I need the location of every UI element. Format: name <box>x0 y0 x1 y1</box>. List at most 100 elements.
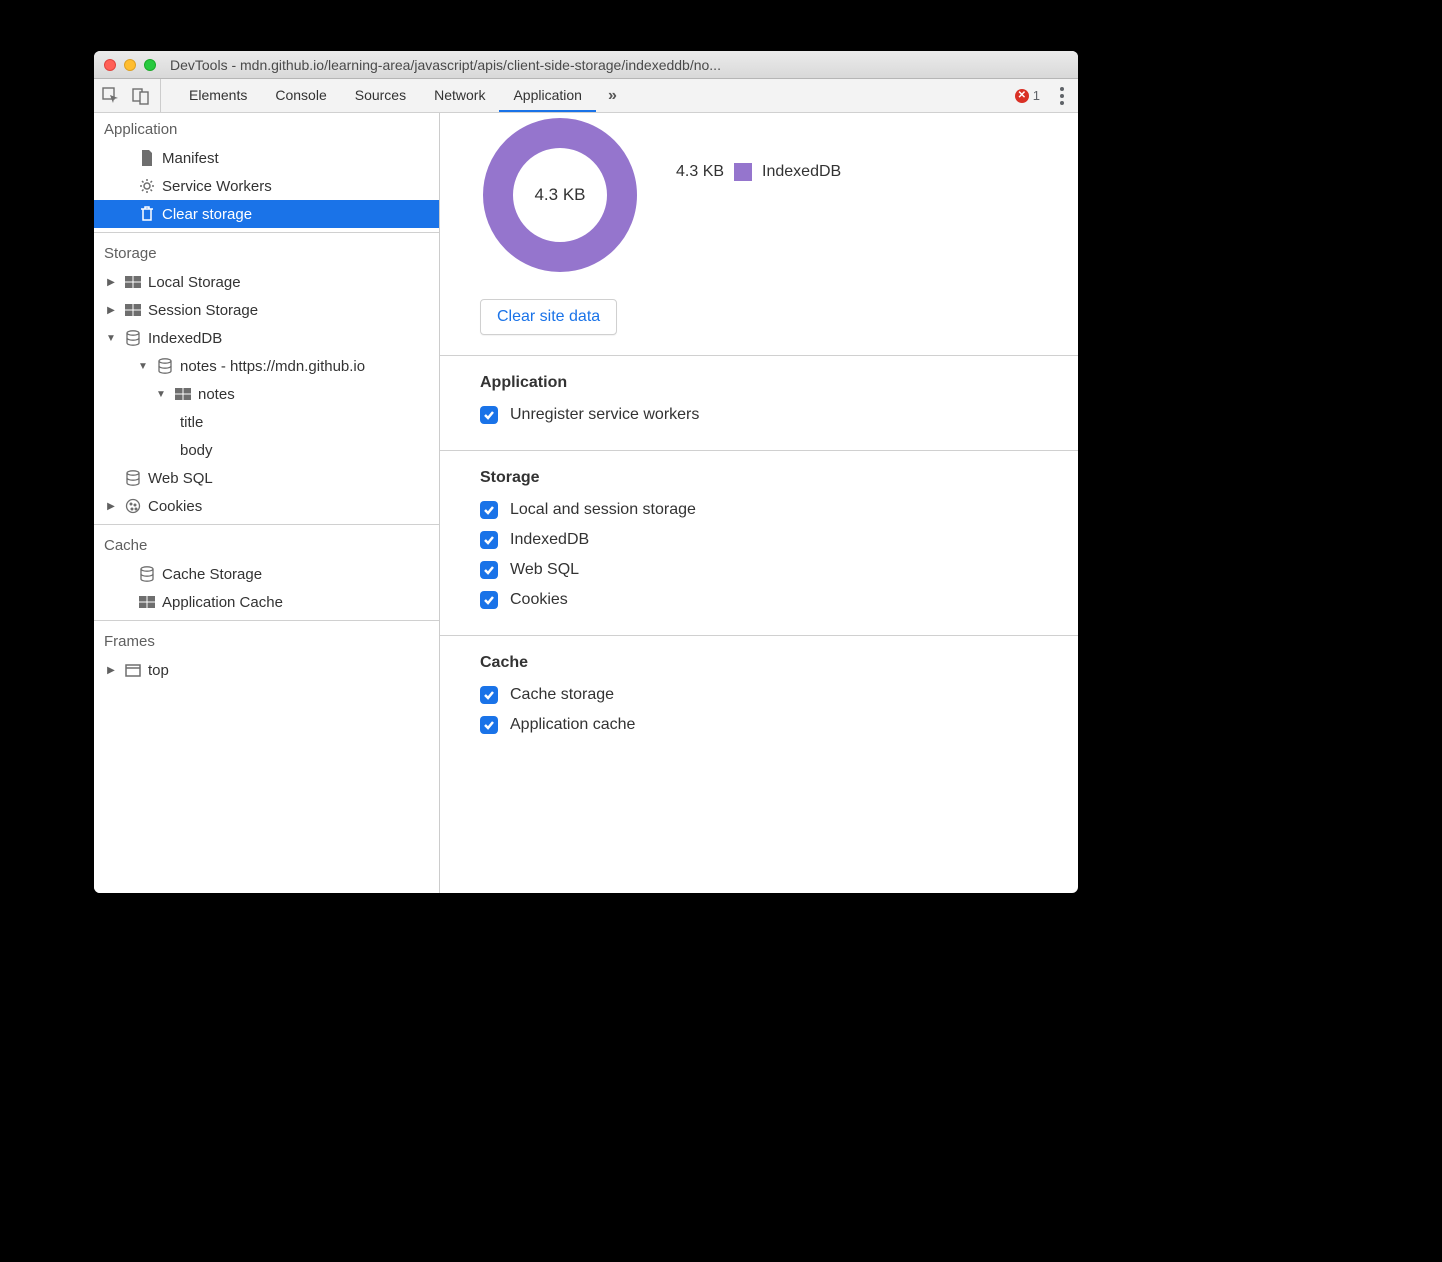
cookie-icon <box>124 497 142 515</box>
sidebar-item-application-cache[interactable]: Application Cache <box>94 588 439 616</box>
tab-sources[interactable]: Sources <box>341 79 420 112</box>
sidebar-item-service-workers[interactable]: Service Workers <box>94 172 439 200</box>
device-toolbar-icon[interactable] <box>132 87 150 105</box>
sidebar-item-label: Web SQL <box>148 470 213 487</box>
sidebar-item-local-storage[interactable]: ▶ Local Storage <box>94 268 439 296</box>
sidebar-item-label: Manifest <box>162 150 219 167</box>
toolbar-left <box>102 79 161 112</box>
chevron-down-icon: ▼ <box>106 333 116 344</box>
sidebar-group-application: Application <box>94 113 439 144</box>
check-label: Web SQL <box>510 561 579 579</box>
section-title: Storage <box>480 469 1078 487</box>
section-title: Cache <box>480 654 1078 672</box>
section-application: Application Unregister service workers <box>440 355 1078 450</box>
table-icon <box>174 385 192 403</box>
gear-icon <box>138 177 156 195</box>
chevron-right-icon: ▶ <box>106 665 116 676</box>
close-window-icon[interactable] <box>104 59 116 71</box>
settings-menu-icon[interactable] <box>1054 87 1070 105</box>
sidebar-item-label: top <box>148 662 169 679</box>
titlebar[interactable]: DevTools - mdn.github.io/learning-area/j… <box>94 51 1078 79</box>
check-label: Unregister service workers <box>510 406 699 424</box>
clear-site-data-button[interactable]: Clear site data <box>480 299 617 335</box>
sidebar-item-label: title <box>180 414 203 431</box>
database-icon <box>124 469 142 487</box>
sidebar-item-indexeddb[interactable]: ▼ IndexedDB <box>94 324 439 352</box>
frame-icon <box>124 661 142 679</box>
chevron-right-icon: ▶ <box>106 501 116 512</box>
application-sidebar: Application Manifest Service Workers Cle… <box>94 113 440 893</box>
error-icon: ✕ <box>1015 89 1029 103</box>
check-label: IndexedDB <box>510 531 589 549</box>
database-icon <box>124 329 142 347</box>
check-label: Cookies <box>510 591 568 609</box>
sidebar-item-label: notes - https://mdn.github.io <box>180 358 365 375</box>
checkbox-checked-icon <box>480 531 498 549</box>
tab-network[interactable]: Network <box>420 79 499 112</box>
devtools-toolbar: Elements Console Sources Network Applica… <box>94 79 1078 113</box>
devtools-body: Application Manifest Service Workers Cle… <box>94 113 1078 893</box>
sidebar-item-frame-top[interactable]: ▶ top <box>94 656 439 684</box>
section-storage: Storage Local and session storage Indexe… <box>440 450 1078 635</box>
check-web-sql[interactable]: Web SQL <box>480 561 1078 579</box>
sidebar-group-cache: Cache <box>94 529 439 560</box>
legend-swatch-icon <box>734 163 752 181</box>
sidebar-item-label: Service Workers <box>162 178 272 195</box>
table-icon <box>124 301 142 319</box>
sidebar-item-cache-storage[interactable]: Cache Storage <box>94 560 439 588</box>
legend-value: 4.3 KB <box>676 163 724 181</box>
check-indexeddb[interactable]: IndexedDB <box>480 531 1078 549</box>
sidebar-item-label: IndexedDB <box>148 330 222 347</box>
chevron-right-icon: ▶ <box>106 305 116 316</box>
check-label: Application cache <box>510 716 635 734</box>
tabs-overflow-icon[interactable]: » <box>596 79 629 112</box>
sidebar-item-web-sql[interactable]: Web SQL <box>94 464 439 492</box>
checkbox-checked-icon <box>480 501 498 519</box>
trash-icon <box>138 205 156 223</box>
main-panel: 4.3 KB 4.3 KB IndexedDB Clear site data … <box>440 113 1078 893</box>
sidebar-item-label: Cache Storage <box>162 566 262 583</box>
check-application-cache[interactable]: Application cache <box>480 716 1078 734</box>
storage-chart-row: 4.3 KB 4.3 KB IndexedDB <box>440 113 1078 299</box>
sidebar-item-label: body <box>180 442 213 459</box>
chevron-down-icon: ▼ <box>156 389 166 400</box>
tab-elements[interactable]: Elements <box>175 79 261 112</box>
sidebar-item-label: Local Storage <box>148 274 241 291</box>
sidebar-item-store-notes[interactable]: ▼ notes <box>94 380 439 408</box>
section-title: Application <box>480 374 1078 392</box>
database-icon <box>138 565 156 583</box>
storage-legend: 4.3 KB IndexedDB <box>676 163 841 181</box>
sidebar-item-db-notes[interactable]: ▼ notes - https://mdn.github.io <box>94 352 439 380</box>
chevron-right-icon: ▶ <box>106 277 116 288</box>
tab-console[interactable]: Console <box>261 79 340 112</box>
check-cookies[interactable]: Cookies <box>480 591 1078 609</box>
checkbox-checked-icon <box>480 591 498 609</box>
tab-application[interactable]: Application <box>499 79 596 112</box>
devtools-tabs: Elements Console Sources Network Applica… <box>175 79 629 112</box>
sidebar-item-field-title[interactable]: title <box>94 408 439 436</box>
sidebar-item-field-body[interactable]: body <box>94 436 439 464</box>
check-local-session-storage[interactable]: Local and session storage <box>480 501 1078 519</box>
sidebar-item-label: Cookies <box>148 498 202 515</box>
zoom-window-icon[interactable] <box>144 59 156 71</box>
error-count-badge[interactable]: ✕ 1 <box>1015 88 1040 103</box>
sidebar-group-storage: Storage <box>94 237 439 268</box>
sidebar-item-cookies[interactable]: ▶ Cookies <box>94 492 439 520</box>
checkbox-checked-icon <box>480 716 498 734</box>
sidebar-item-label: notes <box>198 386 235 403</box>
check-unregister-service-workers[interactable]: Unregister service workers <box>480 406 1078 424</box>
sidebar-item-label: Clear storage <box>162 206 252 223</box>
sidebar-item-clear-storage[interactable]: Clear storage <box>94 200 439 228</box>
inspect-element-icon[interactable] <box>102 87 120 105</box>
section-cache: Cache Cache storage Application cache <box>440 635 1078 760</box>
devtools-window: DevTools - mdn.github.io/learning-area/j… <box>94 51 1078 893</box>
donut-center-value: 4.3 KB <box>480 115 640 275</box>
table-icon <box>138 593 156 611</box>
database-icon <box>156 357 174 375</box>
checkbox-checked-icon <box>480 686 498 704</box>
check-cache-storage[interactable]: Cache storage <box>480 686 1078 704</box>
checkbox-checked-icon <box>480 561 498 579</box>
minimize-window-icon[interactable] <box>124 59 136 71</box>
sidebar-item-session-storage[interactable]: ▶ Session Storage <box>94 296 439 324</box>
sidebar-item-manifest[interactable]: Manifest <box>94 144 439 172</box>
